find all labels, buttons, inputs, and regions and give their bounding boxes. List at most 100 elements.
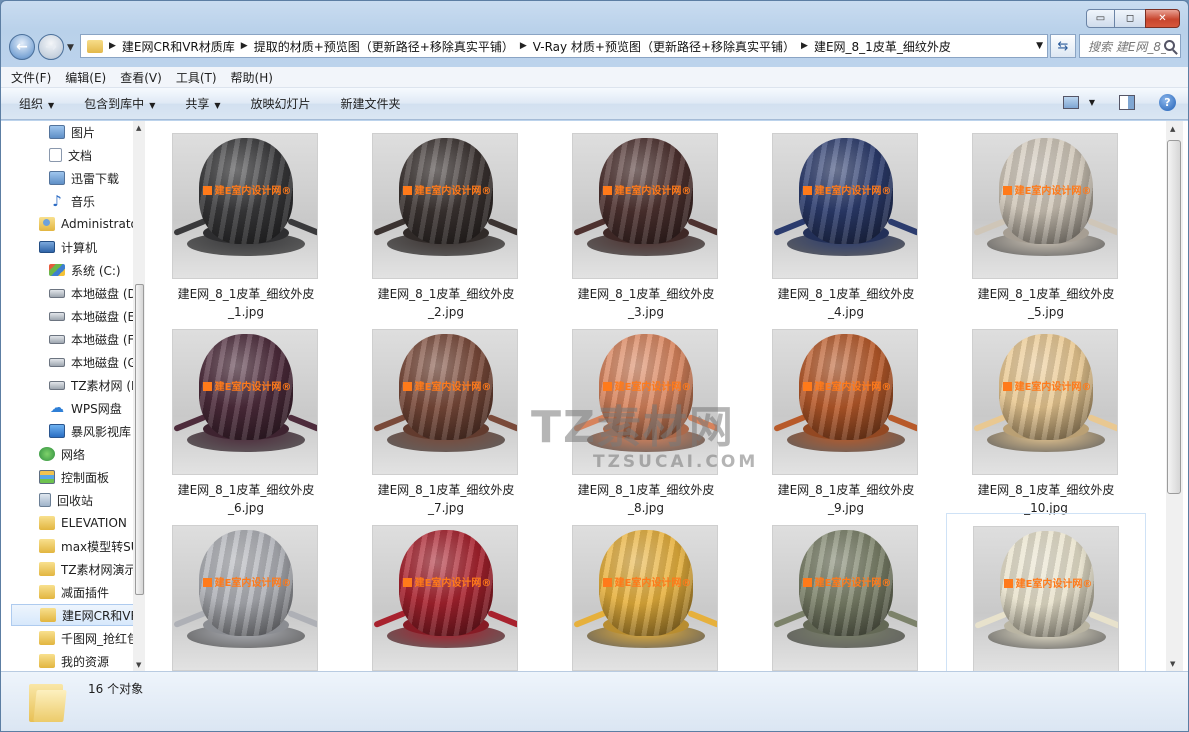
breadcrumb-item[interactable]: 建E网_8_1皮革_细纹外皮 bbox=[814, 38, 951, 55]
menu-help[interactable]: 帮助(H) bbox=[231, 69, 273, 86]
file-name: 建E网_8_1皮革_细纹外皮 _2.jpg bbox=[377, 287, 515, 319]
file-item[interactable]: 建E室内设计网® 建E网_8_1皮革_细纹外皮 _3.jpg bbox=[546, 121, 746, 319]
breadcrumb-separator-icon[interactable]: ▶ bbox=[520, 41, 527, 51]
menu-view[interactable]: 查看(V) bbox=[120, 69, 162, 86]
nav-item[interactable]: 千图网_抢红包 bbox=[39, 627, 139, 649]
share-button[interactable]: 共享 ▼ bbox=[185, 95, 220, 112]
file-item[interactable]: 建E室内设计网®建E网_8_1皮革_细纹外皮_12.jpg bbox=[346, 513, 546, 671]
address-bar[interactable]: ▶ 建E网CR和VR材质库 ▶ 提取的材质+预览图（更新路径+移除真实平铺） ▶… bbox=[80, 34, 1048, 58]
scroll-up-icon[interactable]: ▲ bbox=[1170, 125, 1175, 133]
file-item[interactable]: 建E室内设计网®建E网_8_1皮革_细纹外皮_13.jpg bbox=[546, 513, 746, 671]
nav-item[interactable]: 控制面板 bbox=[39, 466, 109, 488]
nav-item[interactable]: 网络 bbox=[39, 443, 85, 465]
file-thumbnail: 建E室内设计网® bbox=[972, 329, 1118, 475]
cloud-icon: ☁ bbox=[50, 400, 64, 416]
forward-button[interactable]: → bbox=[38, 34, 64, 60]
nav-item[interactable]: 减面插件 bbox=[39, 581, 109, 603]
nav-item-label: max模型转SU bbox=[61, 539, 140, 554]
file-thumbnail: 建E室内设计网® bbox=[172, 133, 318, 279]
file-item[interactable]: 建E室内设计网®建E网_8_1皮革_细纹外皮_15.jpg bbox=[946, 513, 1146, 671]
image-icon bbox=[49, 171, 65, 185]
nav-item-label: 控制面板 bbox=[61, 470, 110, 485]
file-item[interactable]: 建E室内设计网®建E网_8_1皮革_细纹外皮_14.jpg bbox=[746, 513, 946, 671]
file-item[interactable]: 建E室内设计网® 建E网_8_1皮革_细纹外皮 _1.jpg bbox=[146, 121, 346, 319]
nav-item[interactable]: TZ素材网演示 bbox=[39, 558, 137, 580]
breadcrumb-separator-icon[interactable]: ▶ bbox=[109, 41, 116, 51]
breadcrumb-separator-icon[interactable]: ▶ bbox=[801, 41, 808, 51]
slideshow-button[interactable]: 放映幻灯片 bbox=[251, 95, 311, 112]
nav-scroll-up-icon[interactable]: ▲ bbox=[136, 124, 141, 132]
include-in-library-button[interactable]: 包含到库中 ▼ bbox=[84, 95, 155, 112]
nav-pane-scroll-thumb[interactable] bbox=[135, 284, 144, 595]
thumbnail-watermark: 建E室内设计网® bbox=[595, 574, 699, 589]
maximize-button[interactable]: ◻ bbox=[1114, 9, 1146, 28]
nav-item[interactable]: 本地磁盘 (G:) bbox=[49, 351, 144, 373]
thumbnail-watermark: 建E室内设计网® bbox=[195, 574, 299, 589]
search-input[interactable]: 搜索 建E网_8_1皮革_细纹外皮 bbox=[1079, 34, 1181, 58]
nav-item[interactable]: ☁ WPS网盘 bbox=[49, 397, 122, 419]
file-item[interactable]: 建E室内设计网® 建E网_8_1皮革_细纹外皮 _6.jpg bbox=[146, 317, 346, 515]
breadcrumb-item[interactable]: V-Ray 材质+预览图（更新路径+移除真实平铺） bbox=[533, 38, 795, 55]
file-item[interactable]: 建E室内设计网® 建E网_8_1皮革_细纹外皮 _2.jpg bbox=[346, 121, 546, 319]
nav-item[interactable]: 文档 bbox=[49, 144, 92, 166]
new-folder-button[interactable]: 新建文件夹 bbox=[341, 95, 401, 112]
file-item[interactable]: 建E室内设计网® 建E网_8_1皮革_细纹外皮 _5.jpg bbox=[946, 121, 1146, 319]
thumbnail-watermark: 建E室内设计网® bbox=[996, 575, 1100, 590]
thumbnail-watermark: 建E室内设计网® bbox=[995, 378, 1099, 393]
close-button[interactable]: ✕ bbox=[1145, 9, 1180, 28]
nav-scroll-down-icon[interactable]: ▼ bbox=[136, 661, 141, 669]
file-list-scroll-thumb[interactable] bbox=[1167, 140, 1181, 494]
file-item[interactable]: 建E室内设计网® 建E网_8_1皮革_细纹外皮 _9.jpg bbox=[746, 317, 946, 515]
nav-item[interactable]: 我的资源 bbox=[39, 650, 109, 671]
thumbnail-watermark: 建E室内设计网® bbox=[995, 182, 1099, 197]
nav-item[interactable]: Administrator bbox=[39, 213, 143, 235]
nav-item[interactable]: 建E网CR和VR材质库 bbox=[11, 604, 144, 626]
scroll-down-icon[interactable]: ▼ bbox=[1170, 660, 1175, 668]
preview-pane-icon[interactable] bbox=[1119, 95, 1135, 110]
menu-tools[interactable]: 工具(T) bbox=[176, 69, 217, 86]
nav-item[interactable]: ♪ 音乐 bbox=[49, 190, 95, 212]
nav-item[interactable]: 迅雷下载 bbox=[49, 167, 119, 189]
organize-button[interactable]: 组织 ▼ bbox=[19, 95, 54, 112]
file-item[interactable]: 建E室内设计网® 建E网_8_1皮革_细纹外皮 _10.jpg bbox=[946, 317, 1146, 515]
nav-item[interactable]: 暴风影视库 bbox=[49, 420, 131, 442]
change-view-icon[interactable] bbox=[1062, 96, 1079, 109]
nav-item[interactable]: 系统 (C:) bbox=[49, 259, 121, 281]
thumbnail-watermark: 建E室内设计网® bbox=[195, 378, 299, 393]
minimize-button[interactable]: ▭ bbox=[1086, 9, 1115, 28]
file-thumbnail: 建E室内设计网® bbox=[572, 525, 718, 671]
help-icon[interactable]: ? bbox=[1159, 94, 1176, 111]
chevron-down-icon[interactable]: ▼ bbox=[1036, 41, 1043, 51]
back-button[interactable]: ← bbox=[9, 34, 35, 60]
menu-edit[interactable]: 编辑(E) bbox=[65, 69, 106, 86]
breadcrumb-item[interactable]: 提取的材质+预览图（更新路径+移除真实平铺） bbox=[254, 38, 514, 55]
file-item[interactable]: 建E室内设计网® 建E网_8_1皮革_细纹外皮 _4.jpg bbox=[746, 121, 946, 319]
menu-file[interactable]: 文件(F) bbox=[11, 69, 51, 86]
file-name: 建E网_8_1皮革_细纹外皮 _7.jpg bbox=[377, 483, 515, 515]
nav-item[interactable]: 本地磁盘 (E:) bbox=[49, 305, 144, 327]
view-options-caret-icon[interactable]: ▼ bbox=[1089, 98, 1095, 107]
search-icon[interactable] bbox=[1164, 40, 1175, 51]
drive-icon bbox=[49, 288, 65, 298]
thumbnail-watermark: 建E室内设计网® bbox=[395, 574, 499, 589]
breadcrumb-item[interactable]: 建E网CR和VR材质库 bbox=[122, 38, 235, 55]
refresh-button[interactable]: ⇆ bbox=[1050, 34, 1076, 58]
nav-item[interactable]: TZ素材网 (H:) bbox=[49, 374, 144, 396]
file-item[interactable]: 建E室内设计网®建E网_8_1皮革_细纹外皮_11.jpg bbox=[146, 513, 346, 671]
nav-item[interactable]: max模型转SU bbox=[39, 535, 140, 557]
nav-item[interactable]: 计算机 bbox=[39, 236, 97, 258]
nav-item[interactable]: 图片 bbox=[49, 121, 95, 143]
file-thumbnail: 建E室内设计网® bbox=[172, 525, 318, 671]
file-name: 建E网_8_1皮革_细纹外皮 _1.jpg bbox=[177, 287, 315, 319]
caret-down-icon: ▼ bbox=[149, 101, 156, 110]
video-library-icon bbox=[49, 424, 65, 438]
nav-item[interactable]: 本地磁盘 (F:) bbox=[49, 328, 142, 350]
nav-item[interactable]: ELEVATION bbox=[39, 512, 127, 534]
drive-icon bbox=[49, 380, 65, 390]
breadcrumb-separator-icon[interactable]: ▶ bbox=[241, 41, 248, 51]
recent-pages-dropdown[interactable]: ▼ bbox=[67, 43, 74, 53]
file-item[interactable]: 建E室内设计网® 建E网_8_1皮革_细纹外皮 _7.jpg bbox=[346, 317, 546, 515]
nav-item[interactable]: 回收站 bbox=[39, 489, 93, 511]
command-bar-right: ▼ ? bbox=[1062, 94, 1176, 111]
nav-item[interactable]: 本地磁盘 (D:) bbox=[49, 282, 144, 304]
